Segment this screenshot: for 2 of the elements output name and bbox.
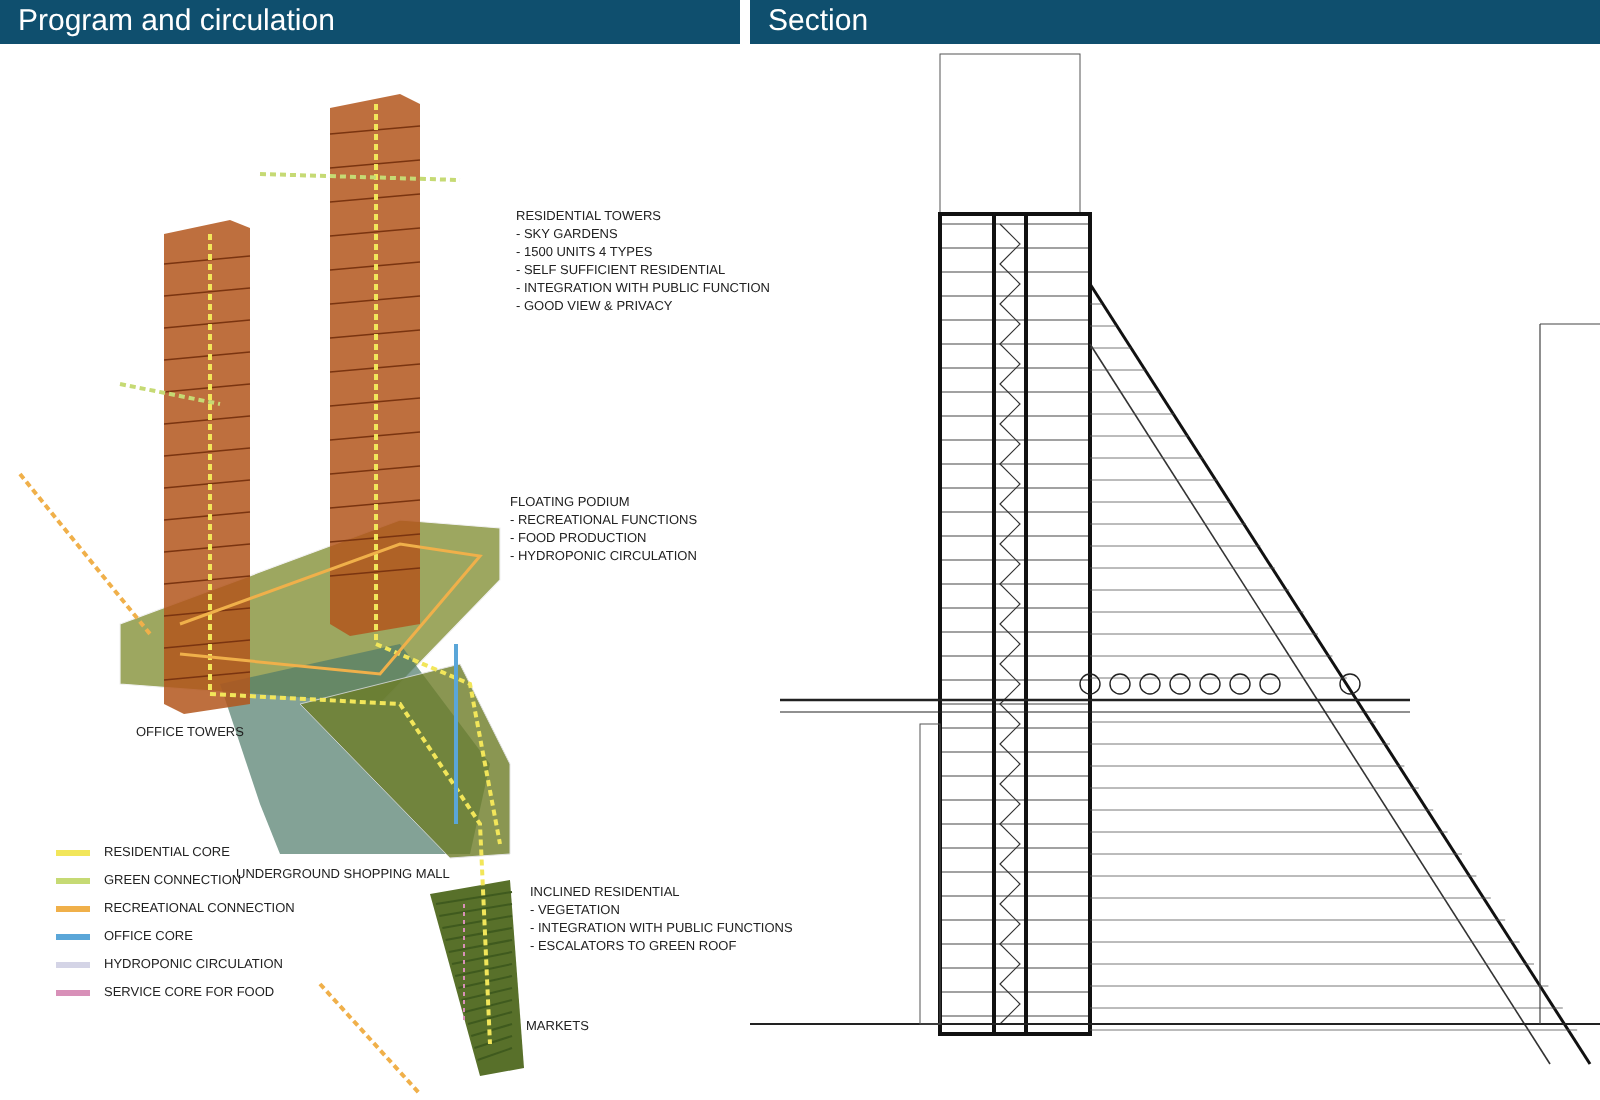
panel-header: Section	[750, 0, 1600, 44]
panel-header: Program and circulation	[0, 0, 740, 44]
